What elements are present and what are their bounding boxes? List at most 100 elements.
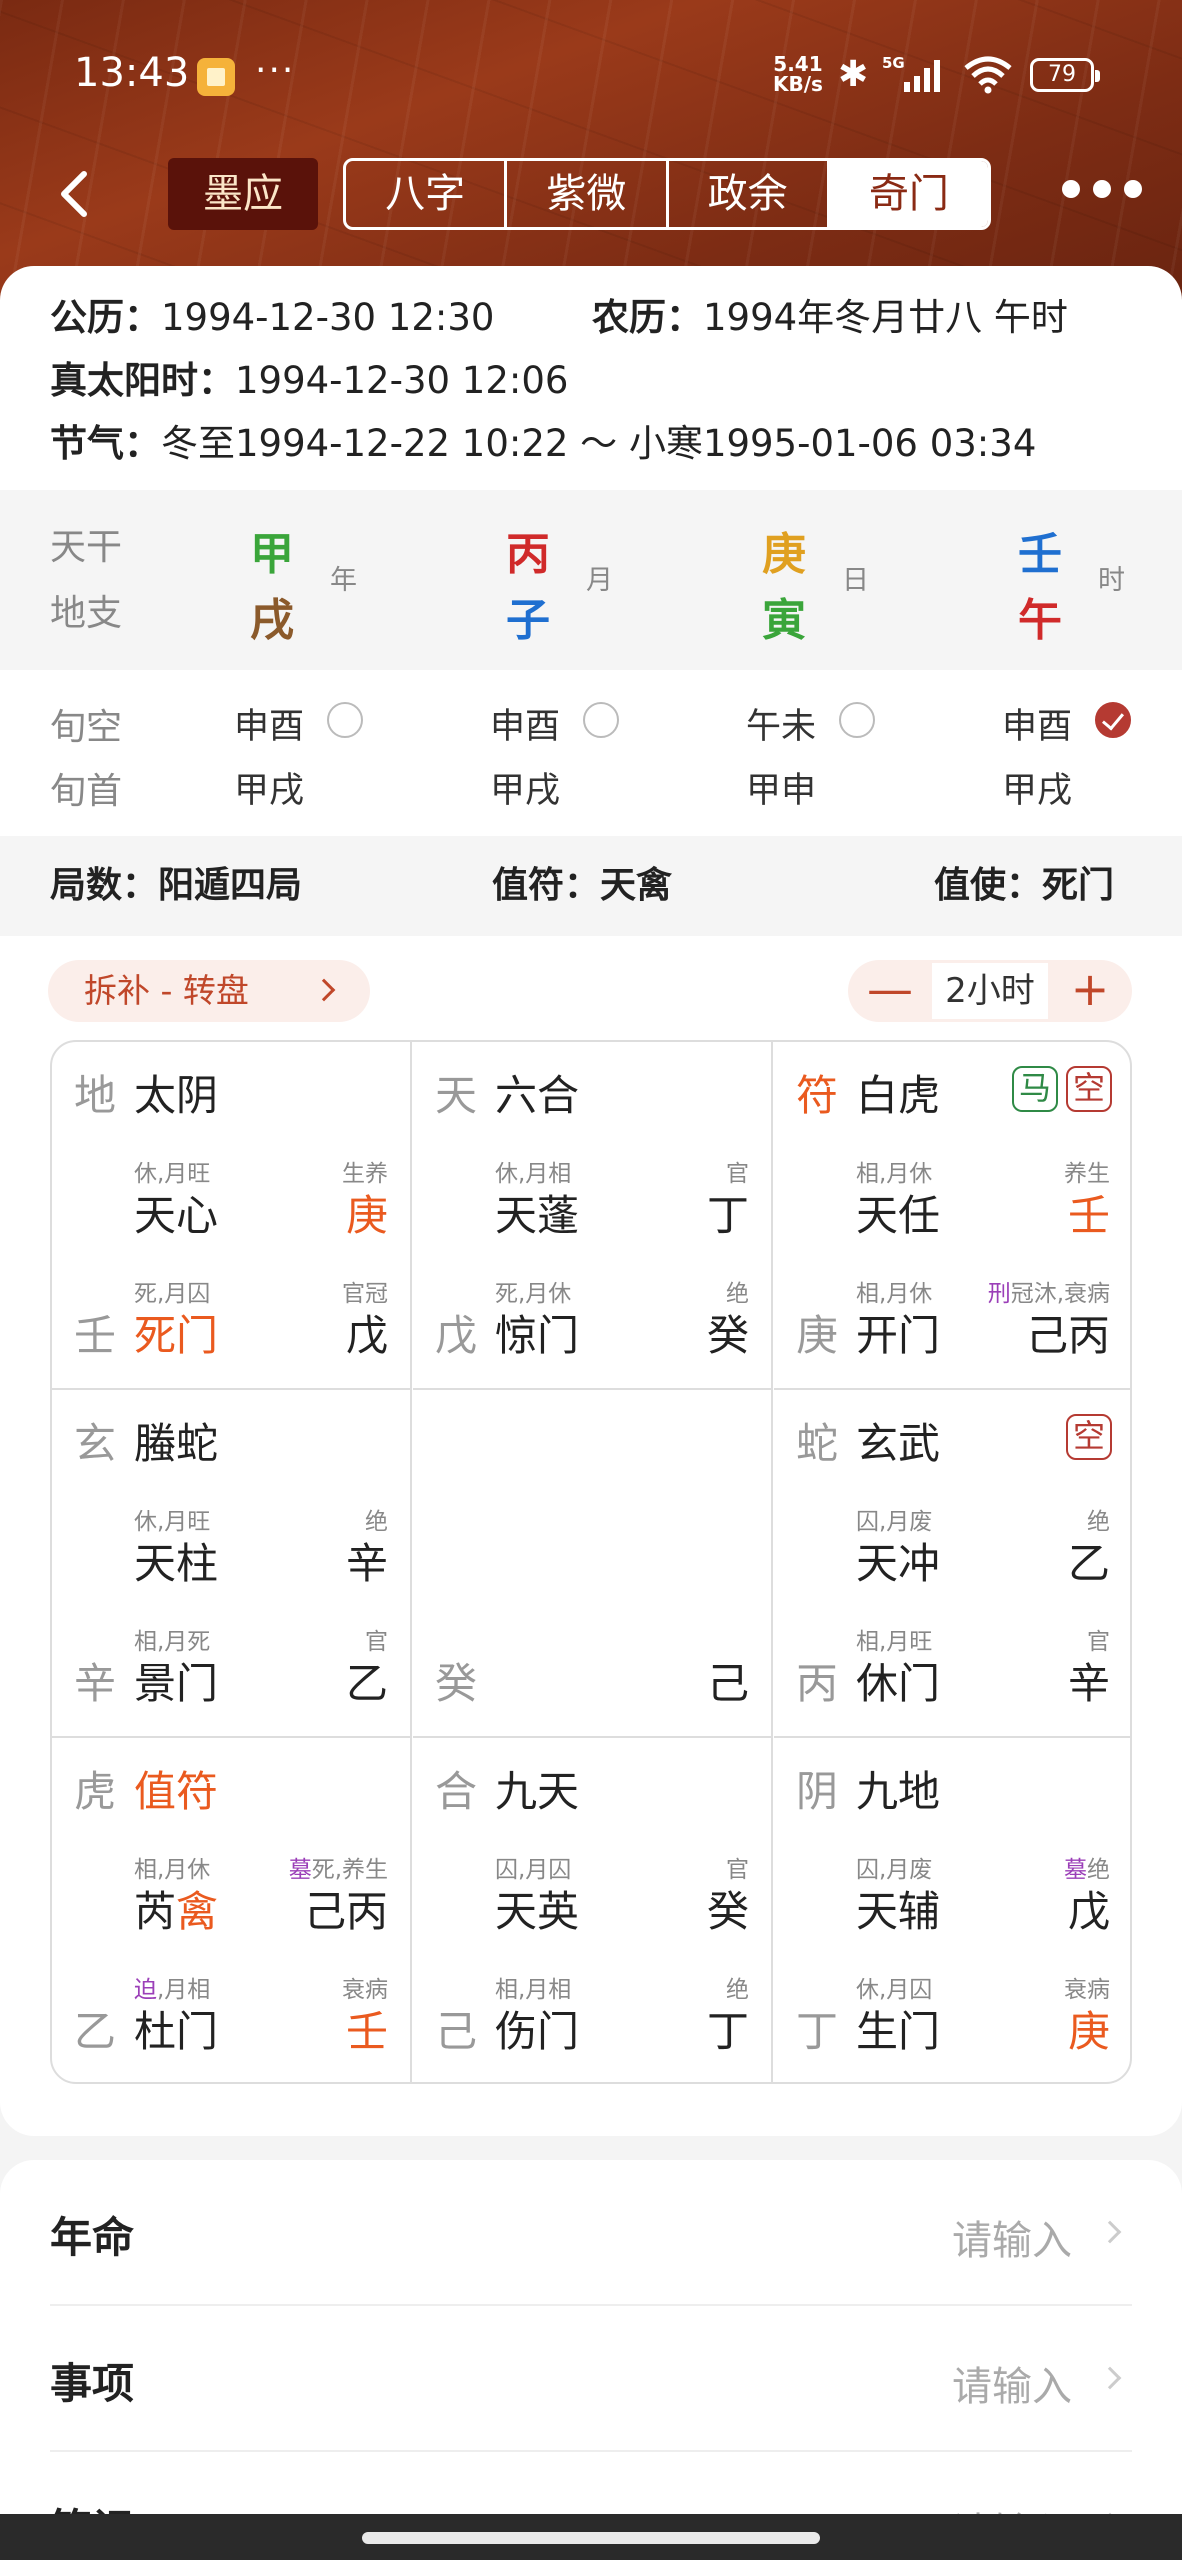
pillar-month: 丙 子 月 bbox=[506, 518, 656, 648]
palace-cell[interactable]: 符白虎马空相,月休 养生 天任壬相,月休 刑冠沐,衰病庚开门 己丙 bbox=[774, 1042, 1130, 1390]
xun-col-hour: 申酉 甲戌 bbox=[1002, 698, 1182, 818]
heaven-stem: 壬 bbox=[1067, 1191, 1110, 1240]
heaven-stem: 丁 bbox=[706, 1191, 749, 1240]
network-speed: 5.41 KB/s bbox=[773, 52, 823, 96]
nine-star: 天心 bbox=[134, 1191, 219, 1240]
eight-god: 六合 bbox=[495, 1071, 580, 1120]
zhifu-label: 值符： bbox=[492, 865, 601, 906]
xunshou-label: 旬首 bbox=[50, 771, 123, 812]
xunshou-value: 甲申 bbox=[746, 771, 817, 811]
xunkong-radio[interactable] bbox=[1095, 702, 1131, 738]
bluetooth-icon: ✱ bbox=[838, 54, 869, 95]
zhishi-label: 值使： bbox=[934, 865, 1043, 906]
chevron-right-icon bbox=[1098, 2220, 1122, 2244]
mode-selector[interactable]: 拆补 - 转盘 bbox=[48, 960, 370, 1022]
battery-icon: 79 bbox=[1030, 58, 1100, 92]
god-mark: 天 bbox=[435, 1071, 478, 1120]
tab-qimen[interactable]: 奇门 bbox=[829, 161, 988, 227]
status-time: 13:43 bbox=[74, 50, 190, 96]
brand-button[interactable]: 墨应 bbox=[168, 158, 318, 230]
minus-button[interactable]: — bbox=[848, 960, 932, 1022]
zhishi-value: 死门 bbox=[1042, 865, 1115, 906]
xunkong-value: 申酉 bbox=[234, 707, 305, 747]
nine-star: 天辅 bbox=[856, 1887, 941, 1936]
kong-tag: 空 bbox=[1066, 1066, 1112, 1112]
heaven-stem: 戊 bbox=[1067, 1887, 1110, 1936]
horse-tag: 马 bbox=[1012, 1066, 1058, 1112]
gate-stem: 庚 bbox=[1067, 2007, 1110, 2056]
eight-god: 螣蛇 bbox=[134, 1419, 219, 1468]
nine-star: 天任 bbox=[856, 1191, 941, 1240]
pillar-gan: 庚 bbox=[762, 529, 806, 580]
home-indicator[interactable] bbox=[0, 2514, 1182, 2560]
tiangan-label: 天干 bbox=[50, 527, 123, 568]
nine-star-b: 禽 bbox=[176, 1887, 219, 1936]
center-stem-left: 癸 bbox=[435, 1659, 478, 1708]
xunshou-value: 甲戌 bbox=[490, 771, 561, 811]
xunkong-radio[interactable] bbox=[839, 702, 875, 738]
xun-col-year: 申酉 甲戌 bbox=[234, 698, 434, 818]
earth-stem: 戊 bbox=[435, 1311, 478, 1360]
xunkong-radio[interactable] bbox=[583, 702, 619, 738]
gregorian-label: 公历： bbox=[50, 296, 161, 339]
god-mark: 蛇 bbox=[796, 1419, 839, 1468]
phase-mark: 刑 bbox=[987, 1281, 1011, 1307]
pillar-zhi: 戌 bbox=[250, 595, 294, 646]
chart-card: 公历：1994-12-30 12:30 农历：1994年冬月廿八 午时 真太阳时… bbox=[0, 266, 1182, 2136]
eight-gate: 景门 bbox=[134, 1659, 219, 1708]
eight-god: 值符 bbox=[134, 1767, 219, 1816]
pillar-pos: 日 bbox=[842, 565, 869, 596]
notification-app-icon bbox=[197, 58, 235, 96]
gate-stem: 壬 bbox=[345, 2007, 388, 2056]
gate-stem: 乙 bbox=[345, 1659, 388, 1708]
palace-cell[interactable]: 玄螣蛇 休,月旺绝天柱辛相,月死官辛景门乙 bbox=[52, 1390, 412, 1738]
tab-zhengyu[interactable]: 政余 bbox=[669, 161, 830, 227]
palace-cell[interactable]: 地太阴 休,月旺 生养 天心庚死,月囚 官冠壬死门戊 bbox=[52, 1042, 412, 1390]
eight-gate: 生门 bbox=[856, 2007, 941, 2056]
earth-stem: 丁 bbox=[796, 2007, 839, 2056]
tab-ziwei[interactable]: 紫微 bbox=[507, 161, 669, 227]
earth-stem: 己 bbox=[435, 2007, 478, 2056]
more-options-icon[interactable] bbox=[1062, 180, 1142, 204]
pillar-pos: 时 bbox=[1098, 565, 1125, 596]
earth-stem: 辛 bbox=[74, 1659, 117, 1708]
status-bar: 13:43 ··· 5.41 KB/s ✱ 5G 79 bbox=[0, 50, 1182, 106]
palace-cell[interactable]: 癸己 bbox=[413, 1390, 773, 1738]
pillar-pos: 月 bbox=[586, 565, 613, 596]
nine-star: 天英 bbox=[495, 1887, 580, 1936]
heaven-stem: 己丙 bbox=[303, 1887, 388, 1936]
heaven-stem: 庚 bbox=[345, 1191, 388, 1240]
nine-star: 天冲 bbox=[856, 1539, 941, 1588]
eight-god: 玄武 bbox=[856, 1419, 941, 1468]
gate-stem: 己丙 bbox=[1025, 1311, 1110, 1360]
form-row-nianming[interactable]: 年命 请输入 bbox=[50, 2160, 1132, 2306]
mode-label: 拆补 - 转盘 bbox=[84, 971, 249, 1010]
form-label: 年命 bbox=[50, 2213, 135, 2262]
palace-cell[interactable]: 蛇玄武空囚,月废绝天冲乙相,月旺官丙休门辛 bbox=[774, 1390, 1130, 1738]
earth-stem: 乙 bbox=[74, 2007, 117, 2056]
jieqi-value: 冬至1994-12-22 10:22 ～ 小寒1995-01-06 03:34 bbox=[161, 422, 1037, 465]
back-arrow-icon[interactable] bbox=[52, 166, 96, 222]
xunkong-radio[interactable] bbox=[327, 702, 363, 738]
god-mark: 阴 bbox=[796, 1767, 839, 1816]
eight-gate: 开门 bbox=[856, 1311, 941, 1360]
palace-cell[interactable]: 合九天 囚,月囚官天英癸相,月相绝己伤门丁 bbox=[413, 1738, 773, 2082]
kong-tag: 空 bbox=[1066, 1414, 1112, 1460]
eight-gate: 伤门 bbox=[495, 2007, 580, 2056]
xun-col-day: 午未 甲申 bbox=[746, 698, 946, 818]
jieqi-label: 节气： bbox=[50, 422, 161, 465]
form-row-shixiang[interactable]: 事项 请输入 bbox=[50, 2306, 1132, 2452]
palace-cell[interactable]: 天六合 休,月相官天蓬丁死,月休绝戊惊门癸 bbox=[413, 1042, 773, 1390]
gregorian-value: 1994-12-30 12:30 bbox=[161, 296, 495, 339]
tab-bar: 八字 紫微 政余 奇门 bbox=[343, 158, 991, 230]
palace-cell[interactable]: 虎值符 相,月休 墓死,养生芮禽己丙 迫,月相 衰病乙杜门壬 bbox=[52, 1738, 412, 2082]
xunkong-value: 午未 bbox=[746, 707, 817, 747]
palace-cell[interactable]: 阴九地 囚,月废 墓绝 天辅戊休,月囚 衰病丁生门庚 bbox=[774, 1738, 1130, 2082]
lunar-value: 1994年冬月廿八 午时 bbox=[703, 296, 1068, 339]
plus-button[interactable]: + bbox=[1048, 960, 1132, 1022]
xunshou-value: 甲戌 bbox=[234, 771, 305, 811]
tab-bazi[interactable]: 八字 bbox=[346, 161, 508, 227]
step-value: 2小时 bbox=[932, 963, 1048, 1019]
center-stem-right: 己 bbox=[706, 1659, 749, 1708]
eight-god: 九天 bbox=[495, 1767, 580, 1816]
